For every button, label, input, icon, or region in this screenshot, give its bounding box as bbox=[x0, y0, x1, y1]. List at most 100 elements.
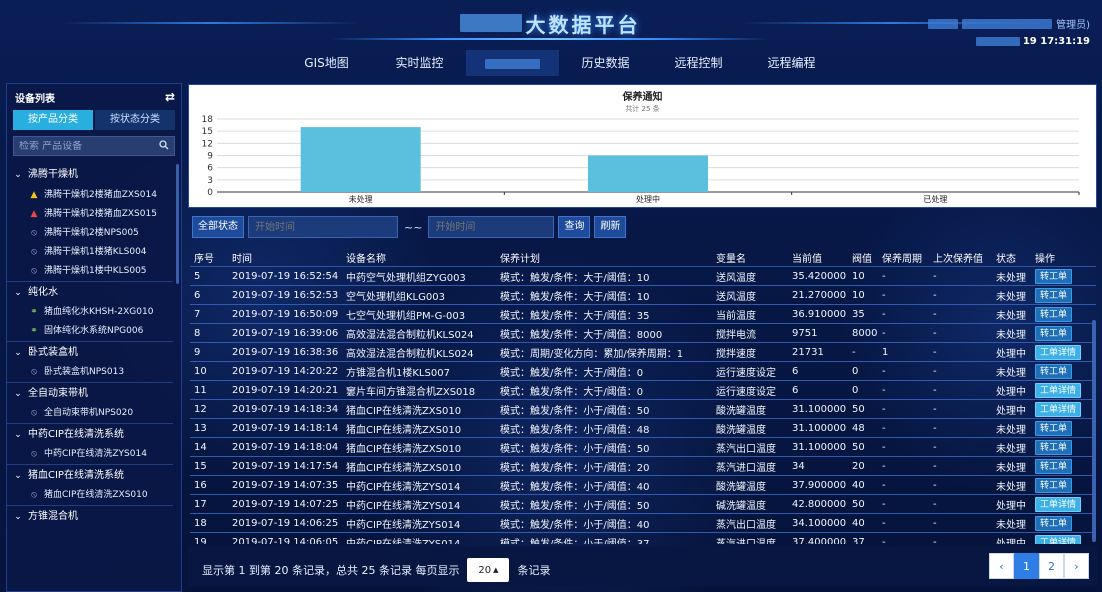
table-cell: 37 bbox=[852, 536, 865, 545]
status-filter-button[interactable]: 全部状态 bbox=[192, 216, 244, 238]
start-time-input[interactable] bbox=[248, 216, 398, 238]
tree-group[interactable]: ⌄ 全自动束带机 bbox=[7, 382, 173, 404]
order-detail-button[interactable]: 工单详情 bbox=[1035, 382, 1081, 398]
convert-order-button[interactable]: 转工单 bbox=[1035, 458, 1073, 474]
table-cell: - bbox=[933, 346, 937, 358]
nav-item-1[interactable]: 实时监控 bbox=[373, 50, 466, 76]
query-button[interactable]: 查询 bbox=[558, 216, 591, 238]
order-detail-button[interactable]: 工单详情 bbox=[1035, 534, 1081, 544]
table-cell: 40 bbox=[852, 479, 865, 491]
convert-order-button[interactable]: 转工单 bbox=[1035, 268, 1073, 284]
tree-leaf-label: 固体纯化水系统NPG006 bbox=[44, 326, 144, 336]
page-2-button[interactable]: 2 bbox=[1039, 553, 1064, 579]
tree-group-label: 全自动束带机 bbox=[28, 387, 88, 399]
tree-leaf[interactable]: ⚭ 固体纯化水系统NPG006 bbox=[7, 322, 173, 341]
convert-order-button[interactable]: 转工单 bbox=[1035, 287, 1073, 303]
action-cell: 转工单 bbox=[1031, 363, 1081, 379]
table-cell: 当前温度 bbox=[716, 310, 756, 322]
sidebar-tabs: 按产品分类 按状态分类 bbox=[13, 110, 175, 130]
tree-group[interactable]: ⌄ 沸腾干燥机 bbox=[7, 164, 173, 186]
table-cell: 未处理 bbox=[996, 443, 1026, 455]
search-input[interactable] bbox=[19, 140, 149, 152]
user-info[interactable]: 管理员) bbox=[928, 16, 1090, 31]
caret-up-icon: ▲ bbox=[493, 566, 499, 574]
convert-order-button[interactable]: 转工单 bbox=[1035, 325, 1073, 341]
table-cell: - bbox=[882, 517, 886, 529]
tree-group[interactable]: ⌄ 中药CIP在线清洗系统 bbox=[7, 423, 173, 445]
tree-leaf[interactable]: ⦸ 沸腾干燥机2楼NPS005 bbox=[7, 224, 173, 243]
tree-leaf[interactable]: ⦸ 全自动束带机NPS020 bbox=[7, 404, 173, 423]
table-cell: 0 bbox=[852, 365, 859, 377]
search-icon[interactable] bbox=[159, 139, 169, 153]
convert-order-button[interactable]: 转工单 bbox=[1035, 363, 1073, 379]
nav-item-3[interactable]: 历史数据 bbox=[559, 50, 652, 76]
table-cell: 模式：触发/条件：大于/阈值：0 bbox=[500, 386, 644, 398]
table-cell: 31.100000 bbox=[792, 441, 847, 453]
table-cell: 2019-07-19 14:18:04 bbox=[232, 441, 339, 453]
nav-item-2[interactable] bbox=[466, 50, 559, 76]
table-cell: 处理中 bbox=[996, 500, 1026, 512]
alarm-icon: ▲ bbox=[30, 209, 38, 219]
page-size-value: 20 bbox=[478, 564, 492, 576]
table-cell: 碱洗罐温度 bbox=[716, 500, 766, 512]
table-cell: 2019-07-19 14:20:21 bbox=[232, 384, 339, 396]
column-header: 操作 bbox=[1035, 253, 1055, 265]
pagination: ‹ 1 2 › bbox=[989, 553, 1089, 579]
sidebar-tab-0[interactable]: 按产品分类 bbox=[13, 110, 93, 130]
table-cell: 0 bbox=[852, 384, 859, 396]
order-detail-button[interactable]: 工单详情 bbox=[1035, 496, 1081, 512]
next-page-button[interactable]: › bbox=[1064, 553, 1089, 579]
column-header: 时间 bbox=[232, 253, 252, 265]
nav-item-label: 远程控制 bbox=[674, 56, 723, 70]
tree-group[interactable]: ⌄ 方锥混合机 bbox=[7, 505, 173, 527]
sidebar-tab-1[interactable]: 按状态分类 bbox=[95, 110, 175, 130]
convert-order-button[interactable]: 转工单 bbox=[1035, 420, 1073, 436]
end-time-input[interactable] bbox=[428, 216, 555, 238]
nav-item-4[interactable]: 远程控制 bbox=[652, 50, 745, 76]
table-cell: - bbox=[933, 308, 937, 320]
refresh-button[interactable]: 刷新 bbox=[594, 216, 627, 238]
table-cell: - bbox=[933, 403, 937, 415]
tree-leaf[interactable]: ⦸ 沸腾干燥机1楼猪KLS004 bbox=[7, 243, 173, 262]
convert-order-button[interactable]: 转工单 bbox=[1035, 515, 1073, 531]
table-cell: - bbox=[933, 327, 937, 339]
table-cell: 高效湿法混合制粒机KLS024 bbox=[346, 348, 474, 360]
order-detail-button[interactable]: 工单详情 bbox=[1035, 344, 1081, 360]
convert-order-button[interactable]: 转工单 bbox=[1035, 439, 1073, 455]
tree-leaf[interactable]: ⦸ 中药CIP在线清洗ZYS014 bbox=[7, 445, 173, 464]
table-scrollbar[interactable] bbox=[1092, 320, 1096, 542]
offline-icon: ⦸ bbox=[31, 408, 37, 418]
order-detail-button[interactable]: 工单详情 bbox=[1035, 401, 1081, 417]
clock-time: 19 17:31:19 bbox=[1022, 36, 1090, 47]
convert-order-button[interactable]: 转工单 bbox=[1035, 306, 1073, 322]
table-cell: 未处理 bbox=[996, 519, 1026, 531]
table-cell: 模式：触发/条件：大于/阈值：10 bbox=[500, 272, 650, 284]
tree-group[interactable]: ⌄ 猪血CIP在线清洗系统 bbox=[7, 464, 173, 486]
tree-group[interactable]: ⌄ 纯化水 bbox=[7, 281, 173, 303]
tree-leaf[interactable]: ⦸ 沸腾干燥机1楼中KLS005 bbox=[7, 262, 173, 281]
table-cell: 2019-07-19 16:38:36 bbox=[232, 346, 339, 358]
maintenance-chart: 保养通知 共计 25 条 0 3 6 9 12 15 18 未处理 处理中 已处理 bbox=[188, 84, 1097, 208]
table-cell: - bbox=[882, 422, 886, 434]
prev-page-button[interactable]: ‹ bbox=[989, 553, 1014, 579]
table-row: 15 2019-07-19 14:17:54 猪血CIP在线清洗ZXS010 模式：触… bbox=[190, 457, 1096, 476]
chevron-down-icon: ⌄ bbox=[14, 388, 22, 399]
tree-group[interactable]: ⌄ 卧式装盒机 bbox=[7, 341, 173, 363]
y-tick-label: 12 bbox=[202, 139, 213, 149]
tree-leaf[interactable]: ⦸ 猪血CIP在线清洗ZXS010 bbox=[7, 486, 173, 505]
swap-icon[interactable]: ⇄ bbox=[165, 90, 175, 104]
tree-leaf[interactable]: ▲ 沸腾干燥机2楼猪血ZXS015 bbox=[7, 205, 173, 224]
table-cell: 中药CIP在线清洗ZYS014 bbox=[346, 538, 461, 545]
convert-order-button[interactable]: 转工单 bbox=[1035, 477, 1073, 493]
nav-item-5[interactable]: 远程编程 bbox=[745, 50, 838, 76]
nav-item-0[interactable]: GIS地图 bbox=[280, 50, 373, 76]
page-size-select[interactable]: 20 ▲ bbox=[467, 558, 510, 582]
sidebar-scrollbar[interactable] bbox=[176, 164, 179, 284]
tree-leaf[interactable]: ⦸ 卧式装盒机NPS013 bbox=[7, 363, 173, 382]
tree-leaf[interactable]: ▲ 沸腾干燥机2楼猪血ZXS014 bbox=[7, 186, 173, 205]
page-1-button[interactable]: 1 bbox=[1014, 553, 1039, 579]
chevron-down-icon: ⌄ bbox=[14, 511, 22, 522]
user-role: 管理员) bbox=[1056, 20, 1090, 31]
table-cell: 酸洗罐温度 bbox=[716, 424, 766, 436]
tree-leaf[interactable]: ⚭ 猪血纯化水KHSH-2XG010 bbox=[7, 303, 173, 322]
